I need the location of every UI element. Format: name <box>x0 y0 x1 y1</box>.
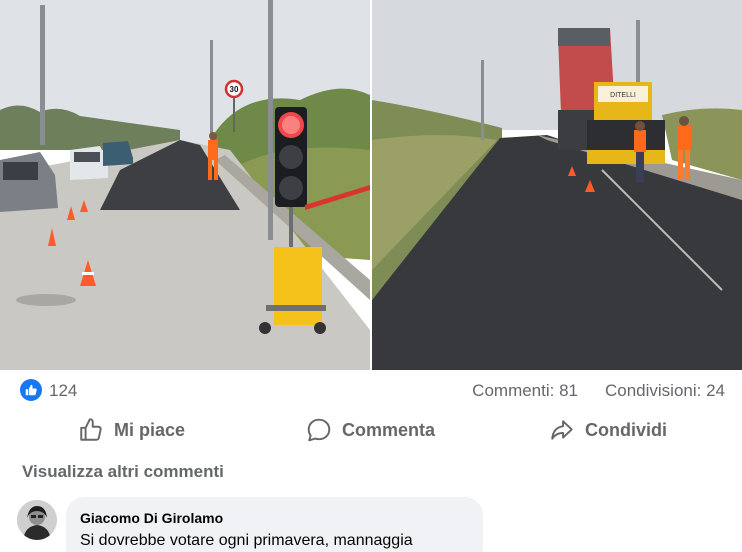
comment-bubble: Giacomo Di Girolamo Si dovrebbe votare o… <box>66 497 483 552</box>
comment-button[interactable]: Commenta <box>306 412 435 448</box>
comment-author[interactable]: Giacomo Di Girolamo <box>80 510 223 526</box>
post-photo-grid: 30 DITELLI <box>0 0 742 370</box>
comment-text: Si dovrebbe votare ogni primavera, manna… <box>80 532 413 549</box>
comment-button-label: Commenta <box>342 419 436 440</box>
view-more-comments-link[interactable]: Visualizza altri commenti <box>22 462 224 482</box>
like-button[interactable]: Mi piace <box>78 412 185 448</box>
speed-limit-sign: 30 <box>230 85 239 94</box>
like-reaction-icon[interactable] <box>20 379 42 401</box>
commenter-avatar-image <box>17 500 57 540</box>
share-button-label: Condividi <box>585 419 667 440</box>
thumbs-up-icon <box>25 384 37 396</box>
comments-count[interactable]: Commenti: 81 <box>472 381 578 401</box>
shares-count[interactable]: Condivisioni: 24 <box>605 381 725 401</box>
share-arrow-icon <box>551 420 573 440</box>
truck-brand-label: DITELLI <box>610 92 636 99</box>
right-photo-image: DITELLI <box>372 0 742 370</box>
like-button-label: Mi piace <box>114 419 186 440</box>
reaction-count[interactable]: 124 <box>49 381 77 401</box>
thumbs-up-outline-icon <box>80 418 102 441</box>
comment-bubble-icon <box>307 418 331 442</box>
share-button[interactable]: Condividi <box>549 412 667 448</box>
facebook-post: 30 DITELLI 124 Commenti: 81 Condivisioni… <box>0 0 742 552</box>
left-photo[interactable]: 30 <box>0 0 370 370</box>
left-photo-image: 30 <box>0 0 370 370</box>
right-photo[interactable]: DITELLI <box>372 0 742 370</box>
post-stats-row: 124 Commenti: 81 Condivisioni: 24 <box>0 372 742 410</box>
post-action-bar: Mi piace Commenta Condividi <box>0 410 742 450</box>
commenter-avatar[interactable] <box>17 500 57 540</box>
